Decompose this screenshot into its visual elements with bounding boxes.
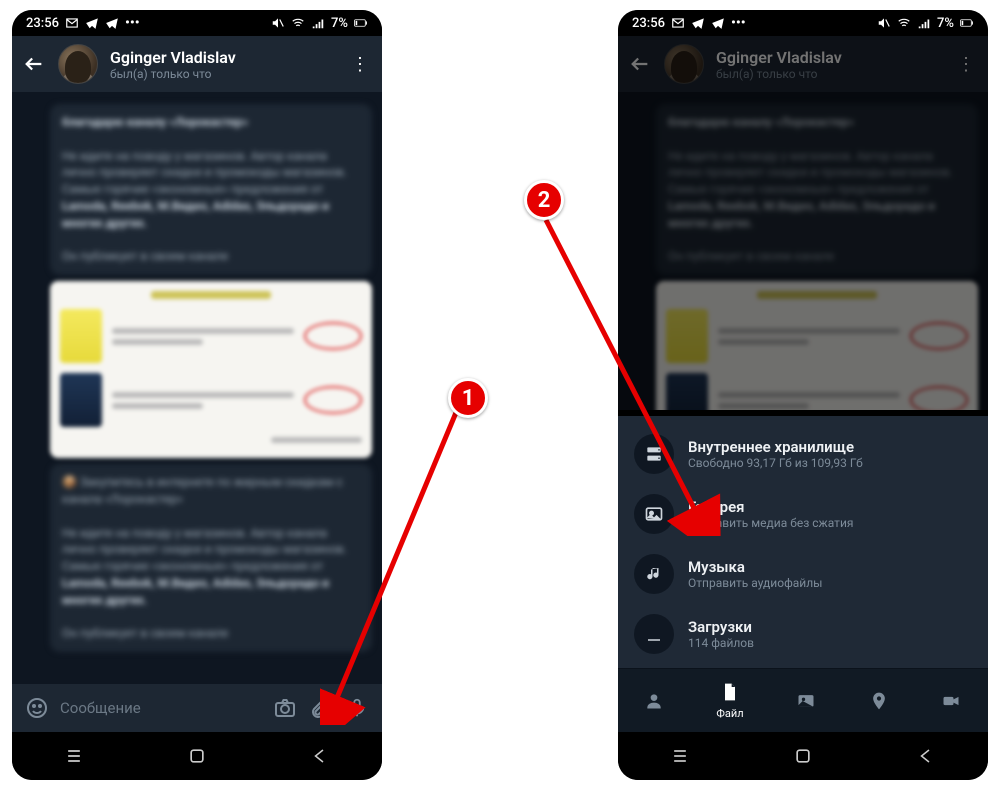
attach-tabs: Файл xyxy=(618,668,988,732)
android-navbar xyxy=(618,732,988,780)
chat-title-block[interactable]: Gginger Vladislav был(а) только что xyxy=(110,48,336,81)
battery-icon xyxy=(960,16,974,30)
signal-icon xyxy=(311,16,325,30)
nav-back-button[interactable] xyxy=(306,742,334,770)
mute-icon xyxy=(877,16,891,30)
downloads-icon xyxy=(634,614,674,654)
signal-icon xyxy=(917,16,931,30)
home-button[interactable] xyxy=(789,742,817,770)
more-button[interactable]: ⋮ xyxy=(348,54,372,75)
status-bar: 23:56 ••• 7% xyxy=(12,10,382,36)
chat-name: Gginger Vladislav xyxy=(110,48,336,67)
tab-file[interactable]: Файл xyxy=(716,681,743,720)
status-time: 23:56 xyxy=(632,16,665,31)
telegram-icon-2 xyxy=(711,16,725,30)
source-sub: Отправить аудиофайлы xyxy=(688,576,822,590)
recents-button[interactable] xyxy=(666,742,694,770)
source-music[interactable]: Музыка Отправить аудиофайлы xyxy=(618,544,988,604)
battery-icon xyxy=(354,16,368,30)
ellipsis-icon: ••• xyxy=(125,15,140,31)
home-button[interactable] xyxy=(183,742,211,770)
android-navbar xyxy=(12,732,382,780)
back-button[interactable] xyxy=(22,52,46,76)
status-time: 23:56 xyxy=(26,16,59,31)
status-battery: 7% xyxy=(937,16,954,31)
tab-video-msg[interactable] xyxy=(940,690,962,712)
ellipsis-icon: ••• xyxy=(731,15,746,31)
wifi-icon xyxy=(291,16,305,30)
annotation-arrow-1 xyxy=(320,395,480,725)
source-sub: 114 файлов xyxy=(688,636,754,650)
message-bubble: благодарю каналу «Лорокастер» Не идите н… xyxy=(50,104,372,275)
tab-file-label: Файл xyxy=(716,707,743,720)
nav-back-button[interactable] xyxy=(912,742,940,770)
telegram-icon xyxy=(691,16,705,30)
chat-header: Gginger Vladislav был(а) только что ⋮ xyxy=(12,36,382,92)
chat-header: Gginger Vladislav был(а) только что ⋮ xyxy=(618,36,988,92)
emoji-button[interactable] xyxy=(24,695,50,721)
annotation-arrow-2 xyxy=(536,216,726,536)
chat-status: был(а) только что xyxy=(110,67,336,81)
pin-icon xyxy=(868,690,890,712)
recents-button[interactable] xyxy=(60,742,88,770)
tab-location[interactable] xyxy=(868,690,890,712)
source-downloads[interactable]: Загрузки 114 файлов xyxy=(618,604,988,664)
mail-icon xyxy=(65,16,79,30)
status-battery: 7% xyxy=(331,16,348,31)
annotation-marker-2: 2 xyxy=(524,180,564,220)
person-icon xyxy=(643,690,665,712)
source-title: Загрузки xyxy=(688,618,754,636)
telegram-icon-2 xyxy=(105,16,119,30)
camera-button[interactable] xyxy=(272,695,298,721)
message-input[interactable]: Сообщение xyxy=(60,699,262,717)
telegram-icon xyxy=(85,16,99,30)
mute-icon xyxy=(271,16,285,30)
status-bar: 23:56 ••• 7% xyxy=(618,10,988,36)
video-icon xyxy=(940,690,962,712)
avatar[interactable] xyxy=(58,44,98,84)
music-icon xyxy=(634,554,674,594)
annotation-marker-1: 1 xyxy=(448,378,488,418)
image-icon xyxy=(795,690,817,712)
wifi-icon xyxy=(897,16,911,30)
tab-gallery[interactable] xyxy=(795,690,817,712)
tab-contact[interactable] xyxy=(643,690,665,712)
source-title: Музыка xyxy=(688,558,822,576)
file-icon xyxy=(719,681,741,703)
mail-icon xyxy=(671,16,685,30)
